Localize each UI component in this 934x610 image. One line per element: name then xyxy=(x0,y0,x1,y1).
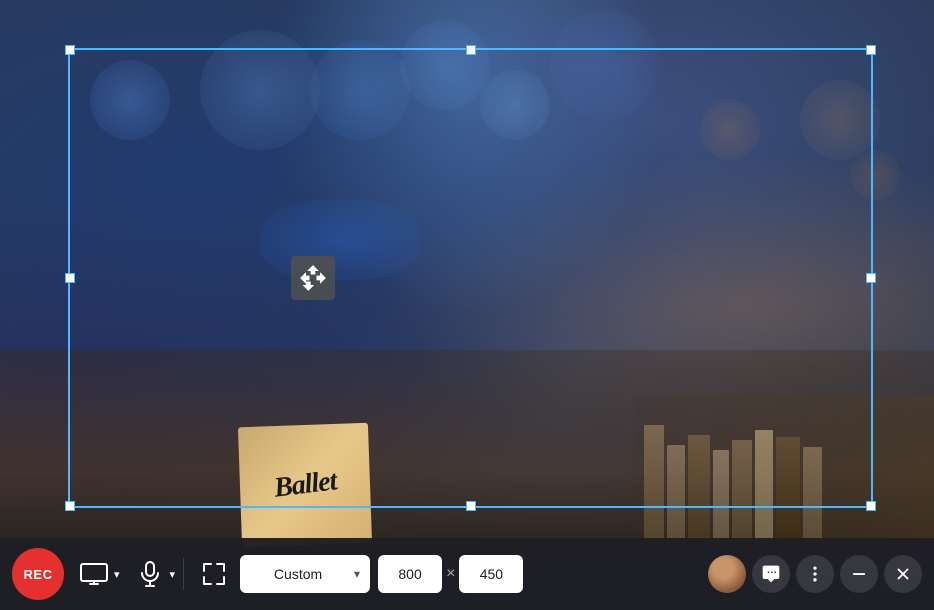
screen-icon xyxy=(80,563,108,585)
handle-middle-left[interactable] xyxy=(65,273,75,283)
move-arrows-icon xyxy=(299,264,327,292)
times-symbol: × xyxy=(446,565,455,583)
handle-bottom-right[interactable] xyxy=(866,501,876,511)
more-button[interactable] xyxy=(796,555,834,593)
handle-bottom-left[interactable] xyxy=(65,501,75,511)
preset-dropdown[interactable]: Custom ▾ xyxy=(240,555,370,593)
screen-button[interactable] xyxy=(72,554,116,594)
screen-icon-wrap: ▾ xyxy=(72,554,120,594)
expand-icon xyxy=(203,563,225,585)
handle-bottom-center[interactable] xyxy=(466,501,476,511)
more-icon xyxy=(805,564,825,584)
preset-label: Custom xyxy=(250,566,346,582)
handle-top-left[interactable] xyxy=(65,45,75,55)
toolbar: REC ▾ ▾ Custom ▾ xyxy=(0,538,934,610)
handle-middle-right[interactable] xyxy=(866,273,876,283)
size-inputs: × xyxy=(378,555,523,593)
right-controls xyxy=(708,555,922,593)
handle-top-right[interactable] xyxy=(866,45,876,55)
mic-icon xyxy=(139,561,161,587)
crop-selection[interactable] xyxy=(68,48,873,508)
expand-button[interactable] xyxy=(196,556,232,592)
chat-button[interactable] xyxy=(752,555,790,593)
mic-button[interactable] xyxy=(128,554,172,594)
chat-icon xyxy=(761,564,781,584)
divider-1 xyxy=(183,558,184,590)
close-button[interactable] xyxy=(884,555,922,593)
user-avatar[interactable] xyxy=(708,555,746,593)
minus-icon xyxy=(850,565,868,583)
minimize-button[interactable] xyxy=(840,555,878,593)
rec-label: REC xyxy=(24,567,53,582)
preset-arrow: ▾ xyxy=(354,567,360,581)
handle-top-center[interactable] xyxy=(466,45,476,55)
mic-icon-wrap: ▾ xyxy=(128,554,176,594)
rec-button[interactable]: REC xyxy=(12,548,64,600)
move-cursor-icon[interactable] xyxy=(291,256,335,300)
close-icon xyxy=(894,565,912,583)
avatar-image xyxy=(708,555,746,593)
height-input[interactable] xyxy=(459,555,523,593)
width-input[interactable] xyxy=(378,555,442,593)
